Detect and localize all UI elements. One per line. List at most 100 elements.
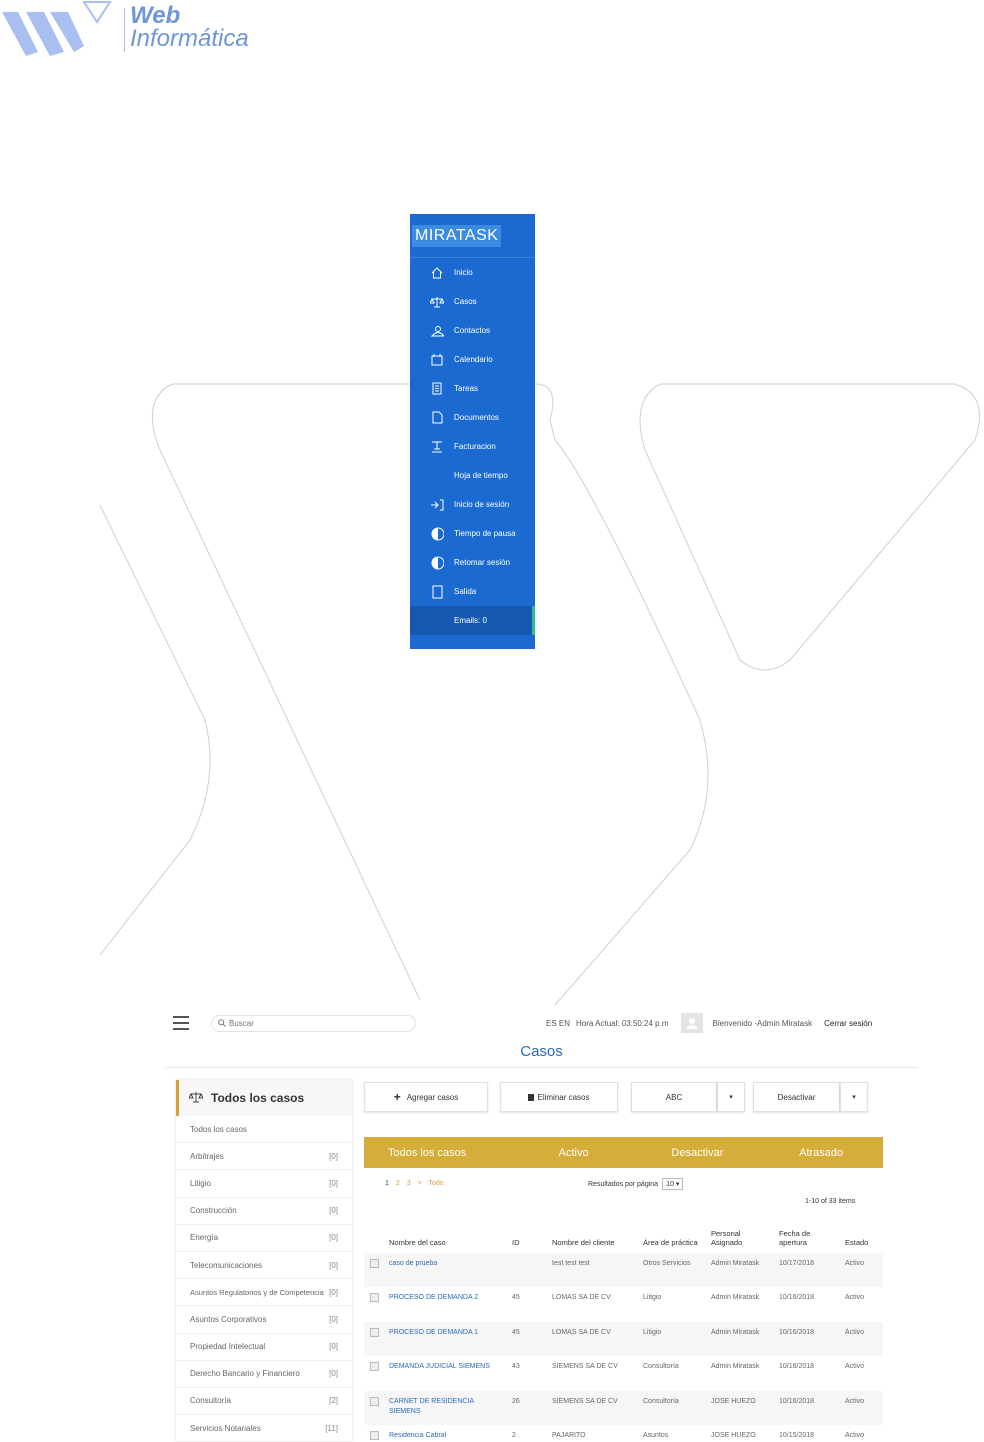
sidebar-item-salida[interactable]: Salida	[410, 577, 535, 606]
row-checkbox[interactable]	[370, 1259, 379, 1268]
row-checkbox[interactable]	[370, 1293, 379, 1303]
row-checkbox[interactable]	[370, 1327, 379, 1337]
sidebar-item-casos[interactable]: Casos	[410, 287, 535, 316]
column-header[interactable]: ID	[509, 1213, 549, 1253]
tab-deactivate[interactable]: Desactivar	[636, 1147, 760, 1159]
column-header[interactable]: Personal Asignado	[708, 1213, 776, 1253]
column-header[interactable]: Nombre del caso	[386, 1213, 509, 1253]
column-header[interactable]: Nombre del cliente	[549, 1213, 640, 1253]
sidebar-item-label: Retomar sesión	[454, 558, 511, 567]
page-link[interactable]: 3	[407, 1180, 411, 1187]
sidebar-item-retomar-sesion[interactable]: Retomar sesión	[410, 548, 535, 577]
case-name[interactable]: caso de prueba	[386, 1253, 509, 1288]
hamburger-menu-icon[interactable]	[173, 1016, 189, 1030]
per-page-select[interactable]: 10 ▾	[662, 1178, 684, 1190]
filter-item[interactable]: Consultoría [2]	[176, 1388, 352, 1416]
filter-item[interactable]: Litigio [0]	[176, 1170, 352, 1198]
next-page-link[interactable]: >	[418, 1180, 422, 1187]
search-input[interactable]	[229, 1018, 409, 1028]
column-header[interactable]: Estado	[842, 1213, 883, 1253]
sidebar-item-tiempo-de-pausa[interactable]: Tiempo de pausa	[410, 519, 535, 548]
sort-dropdown-toggle[interactable]: ▾	[717, 1082, 745, 1112]
sidebar-item-inicio[interactable]: Inicio	[410, 258, 535, 287]
tab-all-cases[interactable]: Todos los casos	[364, 1147, 512, 1159]
logo-line-1: Web	[130, 2, 181, 29]
column-header[interactable]: Área de práctica	[640, 1213, 708, 1253]
filter-count: [0]	[329, 1233, 338, 1243]
table-row[interactable]: caso de prueba test test test Otros Serv…	[364, 1253, 883, 1288]
sidebar-item-emails[interactable]: Emails: 0	[410, 606, 535, 635]
w-logo-mark-icon	[2, 1, 112, 56]
deactivate-button[interactable]: Desactivar	[753, 1082, 840, 1112]
case-name[interactable]: PROCESO DE DEMANDA 2	[386, 1287, 509, 1321]
sort-button[interactable]: ABC	[631, 1082, 717, 1112]
page-title: Casos	[520, 1043, 563, 1060]
assigned-staff: Admin Miratask	[711, 1294, 760, 1302]
filter-count: [0]	[329, 1287, 338, 1297]
filter-item[interactable]: Servicios Notariales [11]	[176, 1415, 352, 1442]
filter-item[interactable]: Todos los casos	[176, 1116, 352, 1144]
tab-overdue[interactable]: Atrasado	[759, 1147, 883, 1159]
sidebar-item-contactos[interactable]: Contactos	[410, 316, 535, 345]
filter-label: Asuntos Corporativos	[190, 1314, 267, 1324]
sidebar-brand[interactable]: MIRATASK	[410, 214, 535, 258]
case-name[interactable]: DEMANDA JUDICIAL SIEMENS	[386, 1356, 509, 1390]
filter-item[interactable]: Derecho Bancario y Financiero [0]	[176, 1361, 352, 1388]
case-filter-header[interactable]: Todos los casos	[176, 1080, 352, 1116]
sidebar-item-label: Calendario	[454, 355, 493, 364]
practice-area: Asuntos	[643, 1431, 669, 1439]
filter-item[interactable]: Asuntos Regulatorios y de Competencia [0]	[176, 1279, 352, 1307]
sidebar-item-label: Hoja de tiempo	[454, 471, 508, 480]
filter-item[interactable]: Propiedad Intelectual [0]	[176, 1334, 352, 1361]
filter-item[interactable]: Asuntos Corporativos [0]	[176, 1306, 352, 1334]
resume-icon	[430, 556, 444, 570]
case-name[interactable]: Residencia Cabral	[386, 1425, 509, 1442]
calendar-icon	[430, 353, 444, 367]
add-case-button[interactable]: + Agregar casos	[364, 1082, 488, 1112]
filter-item[interactable]: Construcción [0]	[176, 1198, 352, 1225]
add-case-label: Agregar casos	[406, 1092, 459, 1102]
sidebar-item-label: Salida	[454, 587, 477, 596]
sidebar-item-tareas[interactable]: Tareas	[410, 374, 535, 403]
page-link[interactable]: 2	[396, 1180, 400, 1187]
table-row[interactable]: DEMANDA JUDICIAL SIEMENS 43 SIEMENS SA D…	[364, 1356, 883, 1390]
sidebar-item-calendario[interactable]: Calendario	[410, 345, 535, 374]
filter-item[interactable]: Arbitrajes [0]	[176, 1143, 352, 1171]
filter-item[interactable]: Energía [0]	[176, 1225, 352, 1252]
tab-active[interactable]: Activo	[512, 1147, 636, 1159]
row-checkbox[interactable]	[370, 1362, 379, 1372]
table-row[interactable]: PROCESO DE DEMANDA 2 45 LOMAS SA DE CV L…	[364, 1287, 883, 1321]
sidebar-item-inicio-de-sesion[interactable]: Inicio de sesión	[410, 490, 535, 519]
row-checkbox[interactable]	[370, 1396, 379, 1406]
sidebar-item-documentos[interactable]: Documentos	[410, 403, 535, 432]
status: Activo	[845, 1294, 865, 1302]
deactivate-dropdown-toggle[interactable]: ▾	[840, 1082, 868, 1112]
delete-case-button[interactable]: Eliminar casos	[500, 1082, 618, 1112]
case-name[interactable]: PROCESO DE DEMANDA 1	[386, 1321, 509, 1357]
sidebar-item-facturacion[interactable]: Facturacion	[410, 432, 535, 461]
scales-icon	[430, 295, 444, 309]
per-page-label: Resultados por página	[588, 1180, 659, 1188]
case-name[interactable]: CARNET DE RESIDENCIA SIEMENS	[386, 1390, 509, 1425]
assigned-staff: JOSE HUEZO	[708, 1390, 776, 1425]
filter-count: [11]	[325, 1423, 338, 1433]
client-name: PAJARITO	[552, 1431, 586, 1439]
filter-item[interactable]: Telecomunicaciones [0]	[176, 1252, 352, 1280]
delete-case-label: Eliminar casos	[537, 1092, 590, 1102]
contacts-icon	[430, 324, 444, 338]
assigned-staff: Admin Miratask	[708, 1321, 776, 1357]
caret-down-icon: ▾	[675, 1181, 680, 1188]
column-header[interactable]: Fecha de apertura	[776, 1213, 842, 1253]
page-link[interactable]: 1	[385, 1180, 389, 1187]
table-row[interactable]: PROCESO DE DEMANDA 1 45 LOMAS SA DE CV L…	[364, 1321, 883, 1357]
sidebar-item-hoja-de-tiempo[interactable]: Hoja de tiempo	[410, 461, 535, 490]
filter-count: [0]	[329, 1314, 338, 1324]
logout-link[interactable]: Cerrar sesión	[824, 1019, 872, 1028]
row-checkbox[interactable]	[370, 1430, 379, 1440]
table-row[interactable]: Residencia Cabral 2 PAJARITO Asuntos JOS…	[364, 1425, 883, 1442]
language-switch[interactable]: ES EN	[546, 1019, 570, 1028]
table-row[interactable]: CARNET DE RESIDENCIA SIEMENS 26 SIEMENS …	[364, 1390, 883, 1425]
all-pages-link[interactable]: Todo	[429, 1180, 444, 1187]
search-box[interactable]	[211, 1014, 416, 1032]
open-date: 10/15/2018	[779, 1431, 815, 1439]
